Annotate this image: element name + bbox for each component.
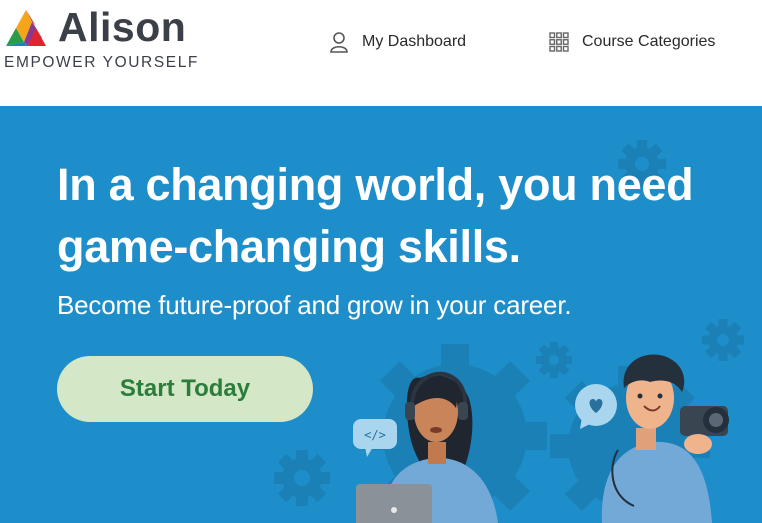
brand-name: Alison	[58, 4, 187, 50]
alison-logo[interactable]: Alison EMPOWER YOURSELF	[2, 4, 202, 76]
alison-logo-icon	[6, 10, 46, 46]
hero-banner: </> In a changing world, you need game-c…	[0, 106, 762, 523]
start-today-button[interactable]: Start Today	[57, 356, 313, 422]
nav-my-dashboard-label: My Dashboard	[362, 33, 467, 50]
gear-icon	[274, 450, 330, 506]
gear-icon	[702, 319, 744, 361]
svg-text:</>: </>	[364, 428, 386, 442]
user-icon	[328, 31, 350, 53]
grid-icon	[548, 31, 570, 53]
nav-course-categories-label: Course Categories	[582, 33, 716, 50]
nav-my-dashboard[interactable]: My Dashboard	[328, 29, 466, 55]
site-header: Alison EMPOWER YOURSELF My Dashboard Cou…	[0, 0, 762, 106]
brand-tagline: EMPOWER YOURSELF	[4, 54, 199, 71]
nav-course-categories[interactable]: Course Categories	[548, 29, 715, 55]
hero-subtitle: Become future-proof and grow in your car…	[57, 290, 572, 320]
gear-icon	[536, 342, 572, 378]
hero-title: In a changing world, you need game-chang…	[57, 159, 694, 272]
